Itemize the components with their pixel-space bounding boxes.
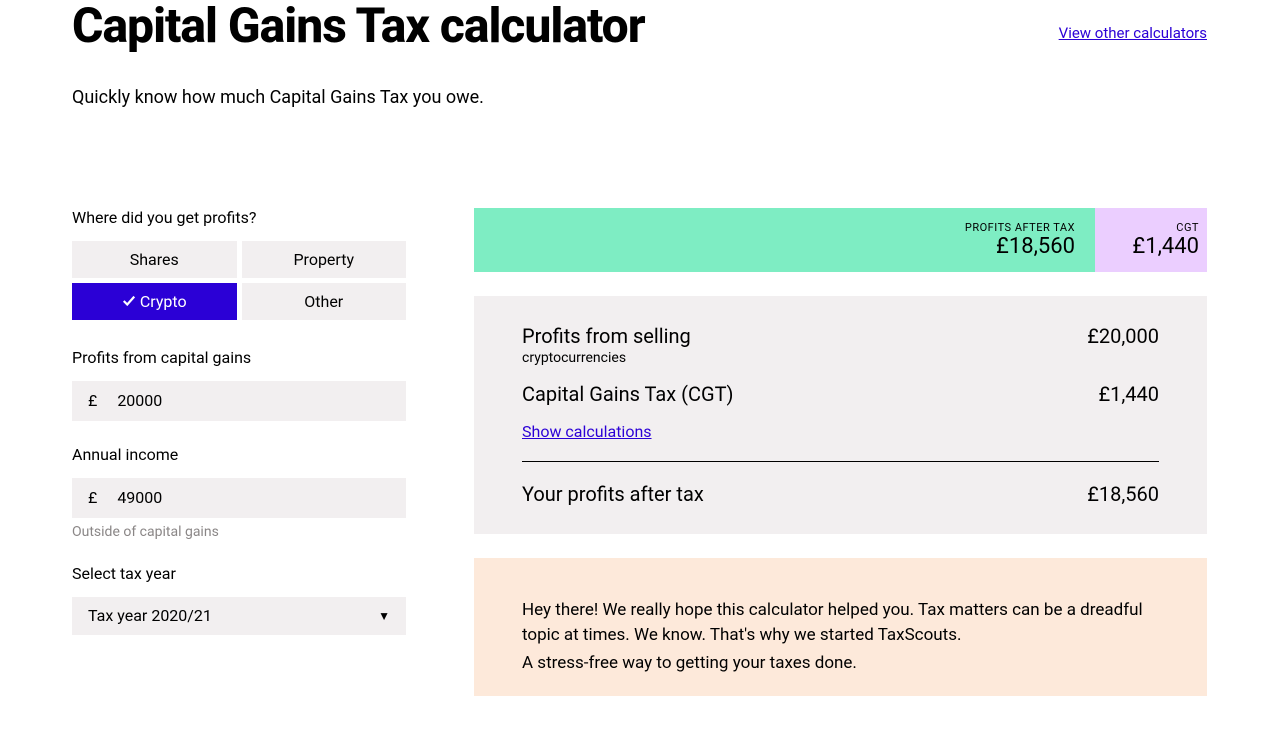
bar-profits-label: PROFITS AFTER TAX [965, 221, 1075, 234]
option-shares[interactable]: Shares [72, 241, 237, 278]
bar-cgt-value: £1,440 [1132, 234, 1199, 259]
profits-source-label: Where did you get profits? [72, 208, 406, 227]
input-panel: Where did you get profits? Shares Proper… [72, 208, 406, 697]
bar-cgt: CGT £1,440 [1095, 208, 1207, 272]
income-input-group: £ [72, 478, 406, 518]
income-helper: Outside of capital gains [72, 524, 406, 540]
check-icon [122, 294, 136, 308]
tax-year-value: Tax year 2020/21 [88, 606, 212, 625]
row-cgt-label: Capital Gains Tax (CGT) [522, 382, 734, 406]
breakdown-card: Profits from selling cryptocurrencies £2… [474, 296, 1207, 534]
bar-profits-after-tax: PROFITS AFTER TAX £18,560 [474, 208, 1095, 272]
results-bar: PROFITS AFTER TAX £18,560 CGT £1,440 [474, 208, 1207, 272]
currency-prefix: £ [88, 488, 97, 507]
currency-prefix: £ [88, 391, 97, 410]
promo-line-1: Hey there! We really hope this calculato… [522, 598, 1159, 649]
page-title: Capital Gains Tax calculator [72, 0, 645, 53]
income-label: Annual income [72, 445, 406, 464]
row-after-tax-label: Your profits after tax [522, 482, 704, 506]
profits-input[interactable] [117, 391, 390, 410]
row-after-tax-value: £18,560 [1087, 482, 1159, 506]
income-input[interactable] [117, 488, 390, 507]
view-other-calculators-link[interactable]: View other calculators [1059, 24, 1207, 42]
profits-source-toggle: Shares Property Crypto Other [72, 241, 406, 320]
profits-input-group: £ [72, 381, 406, 421]
option-crypto[interactable]: Crypto [72, 283, 237, 320]
chevron-down-icon: ▼ [378, 609, 390, 623]
results-panel: PROFITS AFTER TAX £18,560 CGT £1,440 Pro… [474, 208, 1207, 697]
divider [522, 461, 1159, 462]
option-crypto-label: Crypto [140, 292, 187, 311]
tax-year-label: Select tax year [72, 564, 406, 583]
bar-cgt-label: CGT [1176, 221, 1199, 234]
option-other[interactable]: Other [242, 283, 407, 320]
promo-card: Hey there! We really hope this calculato… [474, 558, 1207, 697]
profits-amount-label: Profits from capital gains [72, 348, 406, 367]
show-calculations-link[interactable]: Show calculations [522, 422, 652, 441]
option-property[interactable]: Property [242, 241, 407, 278]
row-selling-value: £20,000 [1087, 324, 1159, 348]
row-cgt-value: £1,440 [1098, 382, 1159, 406]
page-subtitle: Quickly know how much Capital Gains Tax … [72, 87, 1207, 108]
tax-year-select[interactable]: Tax year 2020/21 ▼ [72, 597, 406, 635]
row-selling-label: Profits from selling [522, 324, 691, 348]
bar-profits-value: £18,560 [996, 234, 1075, 259]
row-selling-sub: cryptocurrencies [522, 350, 691, 366]
promo-line-2: A stress-free way to getting your taxes … [522, 651, 1159, 677]
